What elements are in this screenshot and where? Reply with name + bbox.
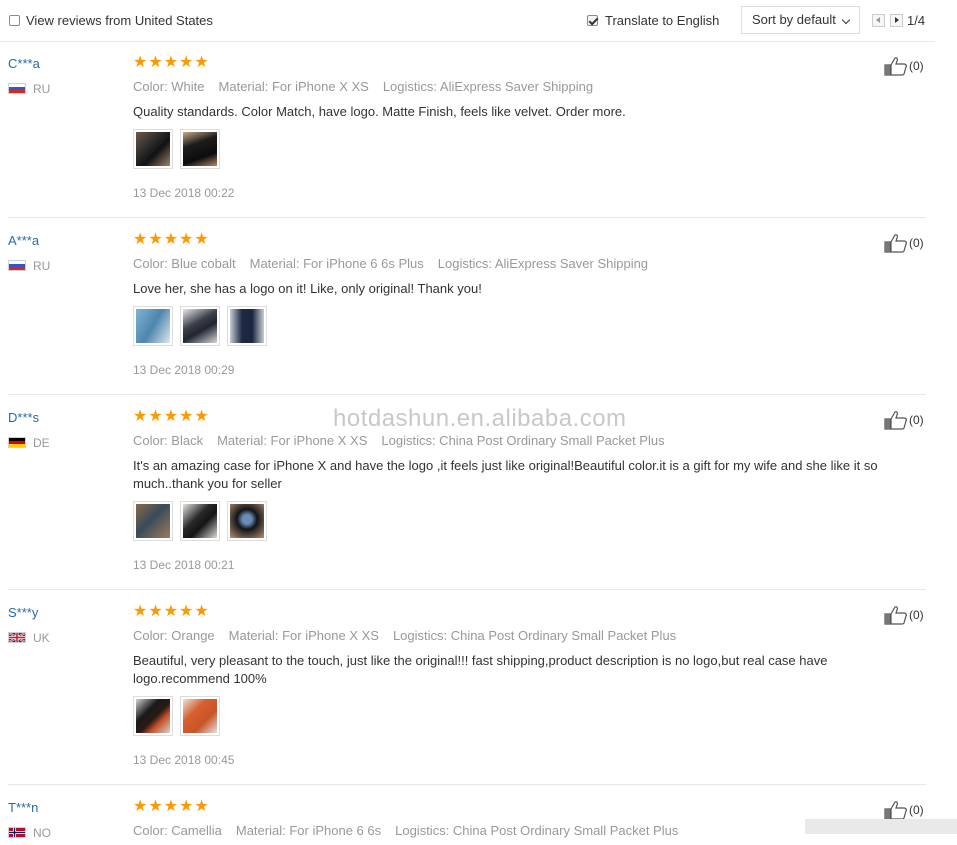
review-photos xyxy=(133,306,267,346)
reviewer-country: NO xyxy=(33,826,51,840)
review-photos xyxy=(133,696,220,736)
thumbs-up-icon xyxy=(884,411,907,430)
attr-color: Color: Orange xyxy=(133,628,215,643)
review-item: A***a RU ★★★★★ Color: Blue cobalt Materia… xyxy=(8,218,926,395)
sort-dropdown[interactable]: Sort by default xyxy=(741,6,860,34)
reviewer-country: RU xyxy=(33,82,51,96)
review-photo[interactable] xyxy=(227,501,267,541)
reviewer-name[interactable]: T***n xyxy=(8,800,38,815)
flag-norway-icon xyxy=(8,827,26,838)
like-count: (0) xyxy=(909,236,924,250)
sort-dropdown-label: Sort by default xyxy=(752,12,836,27)
review-photo[interactable] xyxy=(133,129,173,169)
flag-uk-icon xyxy=(8,632,26,643)
thumbs-up-icon xyxy=(884,606,907,625)
view-reviews-us-label[interactable]: View reviews from United States xyxy=(26,13,213,28)
review-text: Beautiful, very pleasant to the touch, j… xyxy=(133,653,828,686)
reviewer-name[interactable]: C***a xyxy=(8,56,40,71)
review-photo[interactable] xyxy=(180,501,220,541)
attr-logistics: Logistics: China Post Ordinary Small Pac… xyxy=(392,628,677,643)
review-photo[interactable] xyxy=(180,306,220,346)
like-button[interactable]: (0) xyxy=(884,410,930,430)
review-photos xyxy=(133,129,220,169)
like-button[interactable]: (0) xyxy=(884,605,930,625)
like-button[interactable]: (0) xyxy=(884,800,930,820)
review-item: S***y UK ★★★★★ Color: Orange Material: Fo… xyxy=(8,590,926,785)
like-count: (0) xyxy=(909,803,924,817)
star-rating: ★★★★★ xyxy=(133,798,210,815)
flag-germany-icon xyxy=(8,437,26,448)
review-attributes: Color: White Material: For iPhone X XS Log… xyxy=(133,79,607,94)
star-rating: ★★★★★ xyxy=(133,54,210,71)
review-date: 13 Dec 2018 00:45 xyxy=(133,753,235,767)
translate-label[interactable]: Translate to English xyxy=(605,13,719,28)
thumbs-up-icon xyxy=(884,57,907,76)
review-date: 13 Dec 2018 00:29 xyxy=(133,363,235,377)
review-date: 13 Dec 2018 00:22 xyxy=(133,186,235,200)
review-attributes: Color: Black Material: For iPhone X XS Log… xyxy=(133,433,679,448)
view-reviews-us-checkbox[interactable] xyxy=(9,15,20,26)
attr-logistics: Logistics: AliExpress Saver Shipping xyxy=(437,256,649,271)
review-photo[interactable] xyxy=(133,306,173,346)
reviewer-name[interactable]: D***s xyxy=(8,410,39,425)
review-text: Love her, she has a logo on it! Like, on… xyxy=(133,281,482,296)
watermark-text: hotdashun.en.alibaba.com xyxy=(333,405,627,432)
star-rating: ★★★★★ xyxy=(133,408,210,425)
like-count: (0) xyxy=(909,608,924,622)
reviewer-name[interactable]: A***a xyxy=(8,233,39,248)
attr-color: Color: Black xyxy=(133,433,204,448)
reviewer-country: DE xyxy=(33,436,50,450)
review-text: Quality standards. Color Match, have log… xyxy=(133,104,626,119)
prev-page-button[interactable] xyxy=(872,14,885,27)
thumbs-up-icon xyxy=(884,801,907,820)
review-photos xyxy=(133,501,267,541)
next-page-button[interactable] xyxy=(890,14,903,27)
attr-material: Material: For iPhone X XS xyxy=(218,79,369,94)
reviewer-country: RU xyxy=(33,259,51,273)
attr-material: Material: For iPhone 6 6s xyxy=(235,823,382,838)
attr-material: Material: For iPhone 6 6s Plus xyxy=(249,256,424,271)
review-attributes: Color: Blue cobalt Material: For iPhone 6… xyxy=(133,256,662,271)
reviewer-country: UK xyxy=(33,631,50,645)
thumbs-up-icon xyxy=(884,234,907,253)
flag-russia-icon xyxy=(8,260,26,271)
attr-material: Material: For iPhone X XS xyxy=(228,628,379,643)
review-photo[interactable] xyxy=(133,501,173,541)
attr-color: Color: Blue cobalt xyxy=(133,256,236,271)
star-rating: ★★★★★ xyxy=(133,603,210,620)
like-button[interactable]: (0) xyxy=(884,233,930,253)
like-count: (0) xyxy=(909,59,924,73)
review-item: T***n NO ★★★★★ Color: Camellia Material: … xyxy=(8,785,926,845)
attr-color: Color: White xyxy=(133,79,205,94)
attr-logistics: Logistics: AliExpress Saver Shipping xyxy=(382,79,594,94)
review-photo[interactable] xyxy=(227,306,267,346)
page-indicator: 1/4 xyxy=(907,13,926,28)
flag-russia-icon xyxy=(8,83,26,94)
review-text: It's an amazing case for iPhone X and ha… xyxy=(133,458,878,491)
attr-material: Material: For iPhone X XS xyxy=(217,433,368,448)
review-photo[interactable] xyxy=(180,129,220,169)
reviewer-name[interactable]: S***y xyxy=(8,605,38,620)
attr-color: Color: Camellia xyxy=(133,823,222,838)
like-count: (0) xyxy=(909,413,924,427)
review-photo[interactable] xyxy=(133,696,173,736)
review-photo[interactable] xyxy=(180,696,220,736)
translate-checkbox[interactable] xyxy=(587,15,598,26)
review-attributes: Color: Camellia Material: For iPhone 6 6s… xyxy=(133,823,692,838)
review-attributes: Color: Orange Material: For iPhone X XS Lo… xyxy=(133,628,690,643)
floating-bar[interactable] xyxy=(805,819,957,834)
reviews-toolbar: View reviews from United States Translat… xyxy=(0,0,935,42)
star-rating: ★★★★★ xyxy=(133,231,210,248)
like-button[interactable]: (0) xyxy=(884,56,930,76)
attr-logistics: Logistics: China Post Ordinary Small Pac… xyxy=(395,823,679,838)
chevron-down-icon xyxy=(841,15,851,25)
review-item: C***a RU ★★★★★ Color: White Material: For… xyxy=(8,41,926,218)
attr-logistics: Logistics: China Post Ordinary Small Pac… xyxy=(381,433,665,448)
review-date: 13 Dec 2018 00:21 xyxy=(133,558,235,572)
